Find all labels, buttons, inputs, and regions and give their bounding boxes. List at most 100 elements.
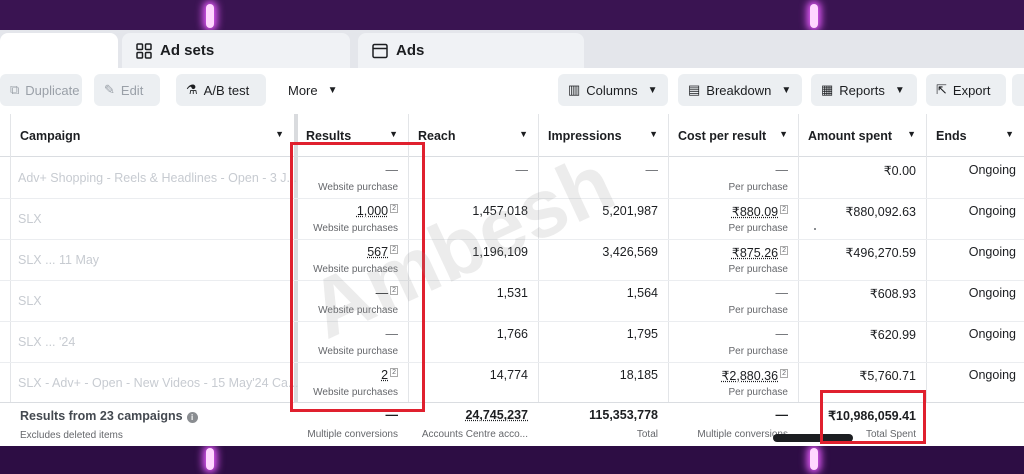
neon-light-bottom-left [206,448,214,470]
col-ends-label: Ends [936,129,967,143]
cost-per-result-value[interactable]: ₹2,880.36 2 [721,368,788,383]
cost-per-result-number: ₹880.09 [732,205,778,219]
campaign-name[interactable]: SLX ... 11 May [18,253,99,267]
cost-per-result-cell: — Per purchase [668,281,798,322]
table-header: Campaign ▼ Results ▼ Reach ▼ Impressions… [0,114,1024,157]
amount-spent-cell: ₹0.00 [798,158,926,199]
columns-icon: ▥ [568,82,580,98]
caret-down-icon: ▼ [895,85,905,96]
ends-value: Ongoing [969,327,1016,341]
totals-cost-per-result-value: — [776,408,789,422]
amount-spent-cell: ₹496,270.59 [798,240,926,281]
cost-per-result-cell: — Per purchase [668,322,798,363]
overflow-button[interactable] [1012,74,1024,106]
campaign-name[interactable]: SLX [18,294,42,308]
cost-per-result-type: Per purchase [729,305,788,316]
cost-per-result-cell: ₹2,880.36 2 Per purchase [668,363,798,404]
table-row[interactable]: SLX ... '24 — Website purchase 1,766 1,7… [0,322,1024,363]
ends-value: Ongoing [969,286,1016,300]
amount-spent-value: ₹608.93 [870,286,916,301]
campaign-name[interactable]: SLX - Adv+ - Open - New Videos - 15 May'… [18,376,298,390]
caret-down-icon: ▼ [519,129,528,139]
ab-test-label: A/B test [204,83,250,98]
impressions-cell: 18,185 [538,363,668,404]
duplicate-icon: ⧉ [10,82,19,98]
col-reach[interactable]: Reach ▼ [408,114,538,157]
campaign-name[interactable]: Adv+ Shopping - Reels & Headlines - Open… [18,171,297,185]
tab-ads[interactable]: Ads [358,33,584,68]
table-row[interactable]: SLX ... 11 May 567 2 Website purchases 1,… [0,240,1024,281]
tab-ad-sets[interactable]: Ad sets [122,33,350,68]
table-row[interactable]: Adv+ Shopping - Reels & Headlines - Open… [0,158,1024,199]
background-band-top [0,0,1024,30]
col-impressions[interactable]: Impressions ▼ [538,114,668,157]
campaign-name[interactable]: SLX [18,212,42,226]
totals-impressions: 115,353,778 Total [538,403,668,447]
table-row[interactable]: SLX 1,000 2 Website purchases 1,457,018 5… [0,199,1024,240]
reach-value: 14,774 [490,368,528,382]
cost-per-result-cell: ₹875.26 2 Per purchase [668,240,798,281]
amount-spent-cell: ₹620.99 [798,322,926,363]
tab-ad-sets-label: Ad sets [160,42,214,59]
total-spent-highlight-box [820,390,926,444]
cost-per-result-type: Per purchase [729,182,788,193]
breakdown-button[interactable]: ▤ Breakdown ▼ [678,74,802,106]
reach-cell: 1,196,109 [408,240,538,281]
tab-campaigns[interactable] [0,33,118,68]
cost-per-result-number: ₹875.26 [732,246,778,260]
info-icon[interactable]: i [187,412,198,423]
export-button[interactable]: ⇱ Export [926,74,1006,106]
cost-per-result-cell: — Per purchase [668,158,798,199]
cost-per-result-value: — [776,327,789,341]
results-highlight-box [290,142,425,412]
edit-button[interactable]: ✎ Edit [94,74,160,106]
cost-per-result-value: — [776,286,789,300]
toolbar: ⧉ Duplicate ✎ Edit ⚗ A/B test More ▼ ▥ C… [0,68,1024,114]
campaign-name[interactable]: SLX ... '24 [18,335,75,349]
reach-value: 1,531 [497,286,528,300]
ends-cell: Ongoing [926,281,1024,322]
impressions-value: 5,201,987 [602,204,658,218]
caret-down-icon: ▼ [1005,129,1014,139]
caret-down-icon: ▼ [649,129,658,139]
cost-per-result-value[interactable]: ₹880.09 2 [732,204,788,219]
ends-cell: Ongoing [926,199,1024,240]
neon-light-top-right [810,4,818,28]
cost-per-result-type: Per purchase [729,387,788,398]
caret-down-icon: ▼ [648,85,658,96]
ab-test-button[interactable]: ⚗ A/B test [176,74,266,106]
reports-icon: ▦ [821,82,833,98]
col-cost-per-result[interactable]: Cost per result ▼ [668,114,798,157]
ends-cell: Ongoing [926,158,1024,199]
reach-cell: 1,531 [408,281,538,322]
ad-sets-grid-icon [136,43,152,59]
export-icon: ⇱ [936,82,947,98]
impressions-cell: — [538,158,668,199]
totals-reach-sub: Accounts Centre acco... [422,429,528,440]
duplicate-button[interactable]: ⧉ Duplicate [0,74,82,106]
columns-label: Columns [586,83,637,98]
flask-icon: ⚗ [186,82,198,98]
totals-reach-value[interactable]: 24,745,237 [465,408,528,422]
cost-per-result-type: Per purchase [729,223,788,234]
totals-impressions-sub: Total [637,429,658,440]
reach-value: 1,766 [497,327,528,341]
totals-results-sub: Multiple conversions [307,429,398,440]
totals-title-text: Results from 23 campaigns [20,409,183,423]
col-ends[interactable]: Ends ▼ [926,114,1024,157]
impressions-value: — [646,163,659,177]
cost-per-result-value[interactable]: ₹875.26 2 [732,245,788,260]
table-row[interactable]: SLX —2 Website purchase 1,531 1,564 — Pe… [0,281,1024,322]
col-amount-spent[interactable]: Amount spent ▼ [798,114,926,157]
reports-button[interactable]: ▦ Reports ▼ [811,74,917,106]
cost-per-result-number: ₹2,880.36 [721,369,778,383]
impressions-value: 18,185 [620,368,658,382]
neon-light-bottom-right [810,448,818,470]
footnote-icon: 2 [780,369,788,378]
columns-button[interactable]: ▥ Columns ▼ [558,74,668,106]
col-campaign[interactable]: Campaign ▼ [10,114,294,157]
cost-per-result-type: Per purchase [729,346,788,357]
amount-spent-cell: ₹608.93 [798,281,926,322]
more-button[interactable]: More ▼ [278,74,348,106]
totals-subtitle: Excludes deleted items [20,430,123,441]
